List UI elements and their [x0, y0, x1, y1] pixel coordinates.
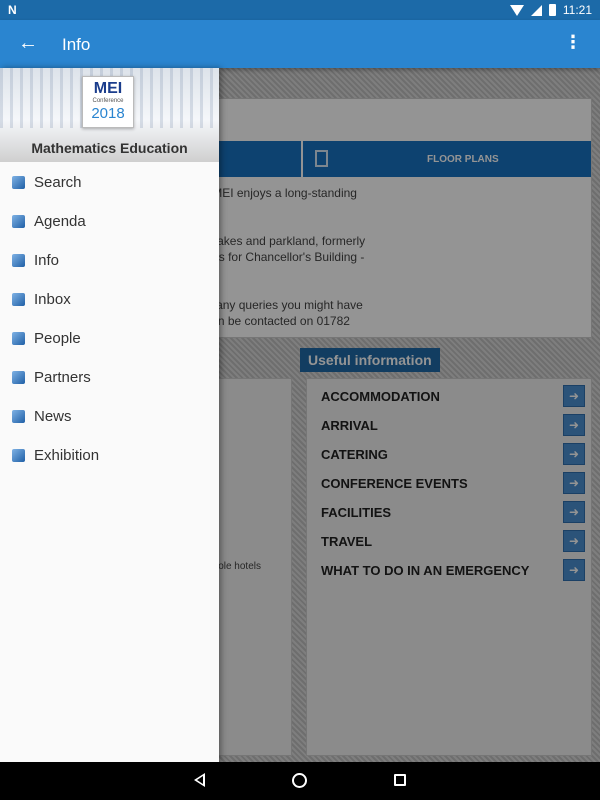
search-icon	[12, 176, 25, 189]
nav-recents-icon[interactable]	[394, 774, 406, 786]
more-vert-icon[interactable]: ⋮	[564, 32, 582, 53]
drawer-item-people[interactable]: People	[0, 324, 219, 363]
drawer-item-label: Agenda	[34, 213, 86, 230]
logo-mei: MEI	[93, 80, 123, 97]
logo-year: 2018	[91, 105, 125, 122]
drawer-item-agenda[interactable]: Agenda	[0, 207, 219, 246]
drawer-item-label: Exhibition	[34, 447, 100, 464]
people-icon	[12, 332, 25, 345]
arrow-back-icon[interactable]: ←	[18, 32, 38, 55]
drawer-item-label: Info	[34, 252, 60, 269]
drawer-item-search[interactable]: Search	[0, 168, 219, 207]
drawer-item-partners[interactable]: Partners	[0, 363, 219, 402]
drawer-item-inbox[interactable]: Inbox	[0, 285, 219, 324]
nav-home-icon[interactable]	[292, 773, 307, 788]
drawer-item-info[interactable]: Info	[0, 246, 219, 285]
agenda-icon	[12, 215, 25, 228]
drawer-item-exhibition[interactable]: Exhibition	[0, 441, 219, 480]
page-title: Info	[62, 35, 91, 54]
navigation-drawer: MEI Conference 2018 Mathematics Educatio…	[0, 68, 219, 762]
drawer-item-news[interactable]: News	[0, 402, 219, 441]
system-nav-bar	[0, 762, 600, 800]
drawer-item-label: News	[34, 408, 72, 425]
org-name: Mathematics Education	[31, 140, 188, 156]
drawer-item-label: People	[34, 330, 81, 347]
info-icon	[12, 254, 25, 267]
battery-icon	[548, 4, 556, 16]
news-icon	[12, 410, 25, 423]
exhibition-icon	[12, 449, 25, 462]
inbox-icon	[12, 293, 25, 306]
clock: 11:21	[562, 3, 592, 17]
conference-logo: MEI Conference 2018	[82, 76, 134, 128]
wifi-icon	[509, 4, 524, 16]
drawer-header: MEI Conference 2018 Mathematics Educatio…	[0, 68, 219, 162]
status-bar: N 11:21	[0, 0, 600, 20]
nav-back-icon[interactable]	[194, 773, 205, 787]
drawer-menu: Search Agenda Info Inbox People Partners…	[0, 168, 219, 480]
logo-conference: Conference	[92, 98, 124, 104]
drawer-item-label: Partners	[34, 369, 91, 386]
signal-icon	[530, 4, 542, 16]
partners-icon	[12, 371, 25, 384]
drawer-item-label: Inbox	[34, 291, 71, 308]
status-icons: 11:21	[509, 3, 592, 17]
app-bar: ← Info ⋮	[0, 20, 600, 68]
notification-icon: N	[8, 3, 17, 17]
drawer-item-label: Search	[34, 174, 82, 191]
